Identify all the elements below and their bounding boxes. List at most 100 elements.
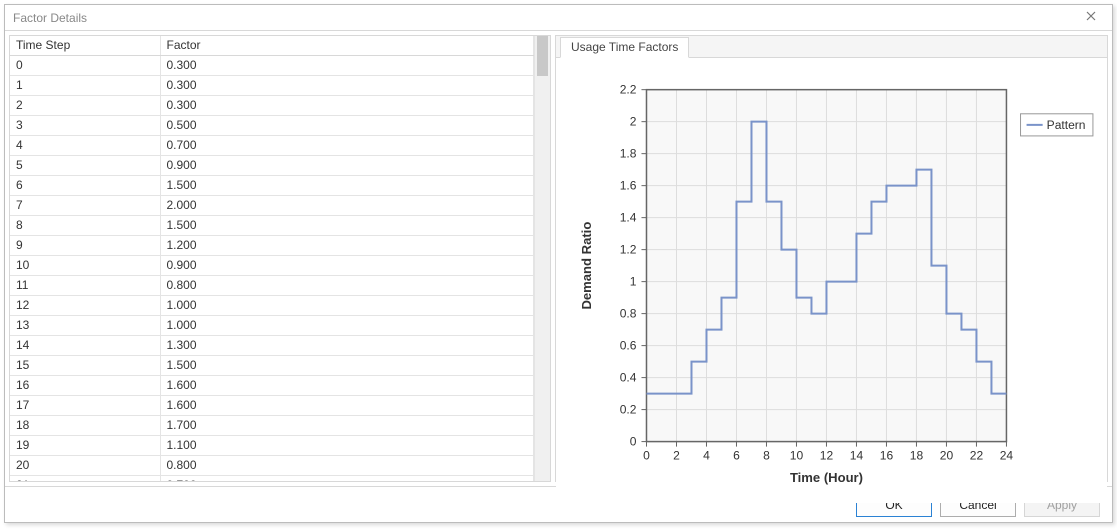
- cell-factor[interactable]: 1.600: [160, 396, 534, 416]
- cell-factor[interactable]: 0.800: [160, 276, 534, 296]
- table-row[interactable]: 210.700: [10, 476, 534, 482]
- scrollbar-thumb[interactable]: [537, 36, 548, 76]
- cell-factor[interactable]: 0.700: [160, 476, 534, 482]
- svg-text:24: 24: [1000, 449, 1014, 463]
- cell-factor[interactable]: 1.500: [160, 176, 534, 196]
- svg-text:1.6: 1.6: [620, 179, 637, 193]
- svg-text:0.6: 0.6: [620, 339, 637, 353]
- cell-factor[interactable]: 1.200: [160, 236, 534, 256]
- cell-time-step[interactable]: 8: [10, 216, 160, 236]
- table-row[interactable]: 200.800: [10, 456, 534, 476]
- cell-factor[interactable]: 1.500: [160, 356, 534, 376]
- cell-time-step[interactable]: 12: [10, 296, 160, 316]
- cell-factor[interactable]: 0.300: [160, 56, 534, 76]
- svg-text:0: 0: [643, 449, 650, 463]
- table-row[interactable]: 30.500: [10, 116, 534, 136]
- table-row[interactable]: 181.700: [10, 416, 534, 436]
- table-row[interactable]: 81.500: [10, 216, 534, 236]
- cell-factor[interactable]: 0.900: [160, 156, 534, 176]
- table-row[interactable]: 00.300: [10, 56, 534, 76]
- table-row[interactable]: 191.100: [10, 436, 534, 456]
- cell-time-step[interactable]: 4: [10, 136, 160, 156]
- table-row[interactable]: 161.600: [10, 376, 534, 396]
- table-row[interactable]: 91.200: [10, 236, 534, 256]
- table-row[interactable]: 50.900: [10, 156, 534, 176]
- cell-time-step[interactable]: 5: [10, 156, 160, 176]
- svg-text:1.2: 1.2: [620, 243, 637, 257]
- svg-text:4: 4: [703, 449, 710, 463]
- cell-time-step[interactable]: 19: [10, 436, 160, 456]
- cell-time-step[interactable]: 10: [10, 256, 160, 276]
- svg-text:0.2: 0.2: [620, 403, 637, 417]
- table-row[interactable]: 151.500: [10, 356, 534, 376]
- svg-text:Demand Ratio: Demand Ratio: [579, 222, 594, 310]
- cell-time-step[interactable]: 11: [10, 276, 160, 296]
- cell-factor[interactable]: 1.300: [160, 336, 534, 356]
- cell-time-step[interactable]: 16: [10, 376, 160, 396]
- cell-factor[interactable]: 1.000: [160, 316, 534, 336]
- cell-factor[interactable]: 1.600: [160, 376, 534, 396]
- svg-text:10: 10: [790, 449, 804, 463]
- cell-time-step[interactable]: 9: [10, 236, 160, 256]
- cell-time-step[interactable]: 15: [10, 356, 160, 376]
- table-scrollbar[interactable]: [534, 36, 550, 481]
- svg-text:16: 16: [880, 449, 894, 463]
- tab-bar: Usage Time Factors: [556, 36, 1107, 58]
- svg-text:6: 6: [733, 449, 740, 463]
- cell-factor[interactable]: 0.300: [160, 96, 534, 116]
- cell-time-step[interactable]: 13: [10, 316, 160, 336]
- table-row[interactable]: 40.700: [10, 136, 534, 156]
- close-icon[interactable]: [1078, 10, 1104, 25]
- cell-time-step[interactable]: 7: [10, 196, 160, 216]
- table-row[interactable]: 121.000: [10, 296, 534, 316]
- cell-time-step[interactable]: 6: [10, 176, 160, 196]
- svg-text:Pattern: Pattern: [1047, 118, 1086, 132]
- svg-text:22: 22: [970, 449, 984, 463]
- factor-table[interactable]: Time Step Factor 00.30010.30020.30030.50…: [10, 36, 534, 481]
- table-row[interactable]: 20.300: [10, 96, 534, 116]
- cell-time-step[interactable]: 1: [10, 76, 160, 96]
- table-row[interactable]: 72.000: [10, 196, 534, 216]
- cell-time-step[interactable]: 14: [10, 336, 160, 356]
- factor-table-container: Time Step Factor 00.30010.30020.30030.50…: [9, 35, 551, 482]
- header-factor[interactable]: Factor: [160, 36, 534, 56]
- table-row[interactable]: 171.600: [10, 396, 534, 416]
- table-row[interactable]: 61.500: [10, 176, 534, 196]
- cell-factor[interactable]: 0.800: [160, 456, 534, 476]
- cell-factor[interactable]: 2.000: [160, 196, 534, 216]
- cell-time-step[interactable]: 0: [10, 56, 160, 76]
- tab-usage-time-factors[interactable]: Usage Time Factors: [560, 37, 689, 58]
- cell-time-step[interactable]: 2: [10, 96, 160, 116]
- table-row[interactable]: 131.000: [10, 316, 534, 336]
- table-row[interactable]: 110.800: [10, 276, 534, 296]
- chart-panel: Usage Time Factors 024681012141618202224…: [555, 35, 1108, 482]
- svg-text:8: 8: [763, 449, 770, 463]
- svg-text:20: 20: [940, 449, 954, 463]
- svg-text:0.8: 0.8: [620, 307, 637, 321]
- svg-text:0.4: 0.4: [620, 371, 637, 385]
- cell-time-step[interactable]: 3: [10, 116, 160, 136]
- cell-factor[interactable]: 0.300: [160, 76, 534, 96]
- cell-factor[interactable]: 0.900: [160, 256, 534, 276]
- cell-factor[interactable]: 1.500: [160, 216, 534, 236]
- cell-time-step[interactable]: 17: [10, 396, 160, 416]
- svg-text:1.4: 1.4: [620, 211, 637, 225]
- cell-factor[interactable]: 1.100: [160, 436, 534, 456]
- header-time-step[interactable]: Time Step: [10, 36, 160, 56]
- table-row[interactable]: 141.300: [10, 336, 534, 356]
- svg-text:18: 18: [910, 449, 924, 463]
- svg-text:0: 0: [630, 435, 637, 449]
- cell-time-step[interactable]: 21: [10, 476, 160, 482]
- cell-factor[interactable]: 1.000: [160, 296, 534, 316]
- cell-time-step[interactable]: 20: [10, 456, 160, 476]
- cell-factor[interactable]: 0.500: [160, 116, 534, 136]
- cell-factor[interactable]: 0.700: [160, 136, 534, 156]
- factor-details-dialog: Factor Details Time Step Factor 00.30010…: [4, 4, 1113, 523]
- table-row[interactable]: 100.900: [10, 256, 534, 276]
- svg-text:2: 2: [673, 449, 680, 463]
- window-title: Factor Details: [13, 11, 87, 25]
- table-row[interactable]: 10.300: [10, 76, 534, 96]
- svg-text:14: 14: [850, 449, 864, 463]
- cell-time-step[interactable]: 18: [10, 416, 160, 436]
- cell-factor[interactable]: 1.700: [160, 416, 534, 436]
